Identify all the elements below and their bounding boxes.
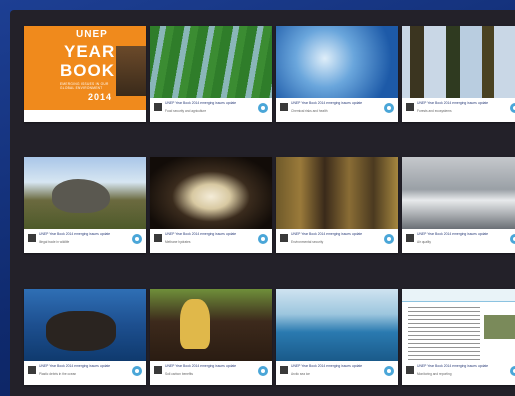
unep-logo-icon: [258, 234, 268, 244]
card-image: [402, 157, 515, 229]
card-thumbnail: [154, 366, 162, 374]
card-subtitle: Chemical risks and health: [291, 109, 328, 113]
card-subtitle: Air quality: [417, 240, 431, 244]
card-thumbnail: [154, 234, 162, 242]
report-card-document[interactable]: UNEP Year Book 2014 emerging issues upda…: [402, 289, 515, 385]
card-thumbnail: [406, 234, 414, 242]
report-card[interactable]: UNEP Year Book 2014 emerging issues upda…: [276, 26, 398, 122]
doc-photo: [484, 315, 515, 339]
card-thumbnail: [28, 366, 36, 374]
cover-title-line2: YEAR: [64, 42, 116, 61]
report-card[interactable]: UNEP Year Book 2014 emerging issues upda…: [276, 157, 398, 253]
cover-title-line3: BOOK: [60, 61, 115, 80]
cover-year: 2014: [88, 92, 113, 102]
report-card[interactable]: UNEP Year Book 2014 emerging issues upda…: [150, 289, 272, 385]
card-thumbnail: [280, 103, 288, 111]
card-image: [24, 157, 146, 229]
card-subtitle: Methane hydrates: [165, 240, 191, 244]
card-subtitle: Arctic sea ice: [291, 372, 310, 376]
card-image: [276, 26, 398, 98]
unep-logo-icon: [132, 234, 142, 244]
unep-logo-icon: [258, 103, 268, 113]
card-image: [150, 26, 272, 98]
unep-logo-icon: [510, 103, 515, 113]
report-card[interactable]: UNEP Year Book 2014 emerging issues upda…: [402, 26, 515, 122]
card-image: [276, 289, 398, 361]
unep-logo-icon: [258, 366, 268, 376]
report-grid: UNEP YEAR BOOK EMERGING ISSUES IN OUR GL…: [12, 14, 515, 394]
card-thumbnail: [280, 234, 288, 242]
card-image: [24, 289, 146, 361]
card-subtitle: Illegal trade in wildlife: [39, 240, 70, 244]
report-card[interactable]: UNEP Year Book 2014 emerging issues upda…: [402, 157, 515, 253]
cover-card[interactable]: UNEP YEAR BOOK EMERGING ISSUES IN OUR GL…: [24, 26, 146, 122]
card-subtitle: Food security and agriculture: [165, 109, 207, 113]
card-thumbnail: [406, 366, 414, 374]
card-subtitle: Environmental security: [291, 240, 324, 244]
card-thumbnail: [406, 103, 414, 111]
cover-subtitle: EMERGING ISSUES IN OUR GLOBAL ENVIRONMEN…: [60, 82, 109, 90]
report-card[interactable]: UNEP Year Book 2014 emerging issues upda…: [24, 289, 146, 385]
farmer-shape: [180, 299, 210, 349]
card-thumbnail: [28, 234, 36, 242]
report-card[interactable]: UNEP Year Book 2014 emerging issues upda…: [150, 157, 272, 253]
cover-bottom-strip: [24, 110, 146, 122]
card-image: [150, 157, 272, 229]
unep-logo-icon: [384, 366, 394, 376]
unep-logo-icon: [384, 103, 394, 113]
doc-text-block: [408, 307, 480, 367]
card-subtitle: Forests and ecosystems: [417, 109, 452, 113]
seal-shape: [46, 311, 116, 351]
report-card[interactable]: UNEP Year Book 2014 emerging issues upda…: [150, 26, 272, 122]
card-image: [276, 157, 398, 229]
cover-image: [116, 46, 146, 96]
unep-logo-icon: [384, 234, 394, 244]
card-subtitle: Soil carbon benefits: [165, 372, 193, 376]
card-image: [402, 26, 515, 98]
card-thumbnail: [280, 366, 288, 374]
rhino-shape: [52, 179, 110, 213]
card-image: [150, 289, 272, 361]
report-card[interactable]: UNEP Year Book 2014 emerging issues upda…: [276, 289, 398, 385]
card-subtitle: Plastic debris in the ocean: [39, 372, 77, 376]
unep-logo-icon: [510, 366, 515, 376]
card-thumbnail: [154, 103, 162, 111]
unep-logo-icon: [510, 234, 515, 244]
unep-logo-icon: [132, 366, 142, 376]
card-subtitle: Monitoring and reporting: [417, 372, 452, 376]
cover-title-line1: UNEP: [76, 29, 108, 40]
report-card[interactable]: UNEP Year Book 2014 emerging issues upda…: [24, 157, 146, 253]
doc-header-bar: [402, 289, 515, 302]
